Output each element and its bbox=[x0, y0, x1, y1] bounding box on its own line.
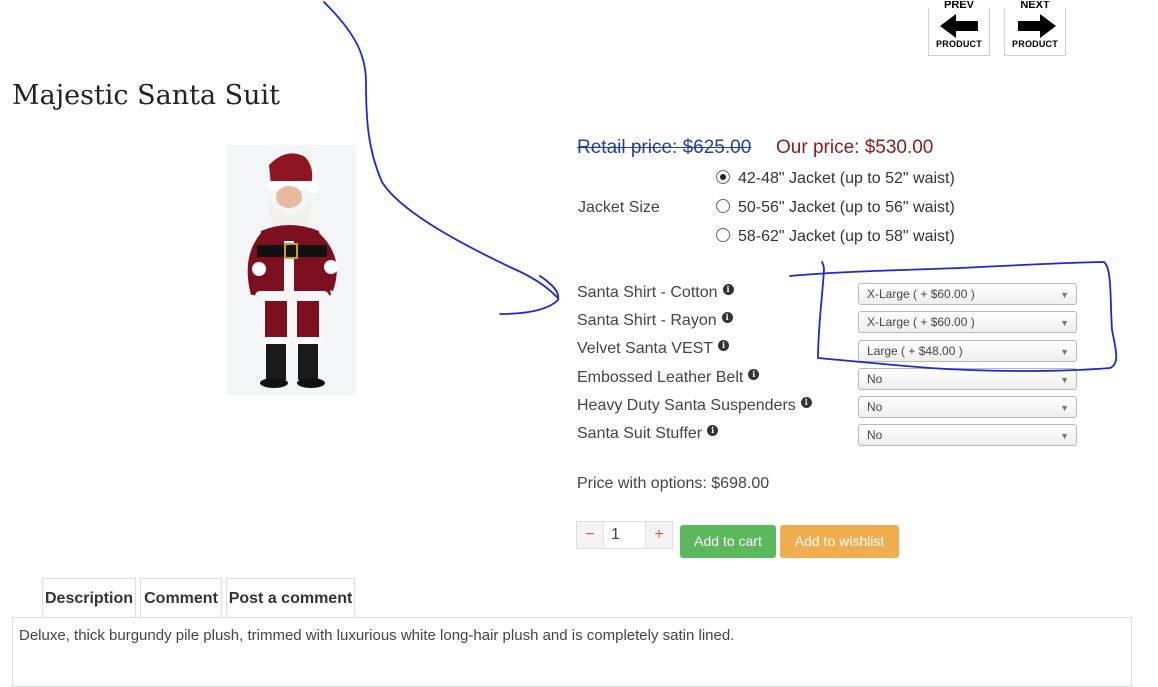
select-value: No bbox=[867, 400, 883, 414]
info-icon[interactable]: i bbox=[707, 425, 719, 437]
option-label-heavy-duty-suspenders: Heavy Duty Santa Suspenders i bbox=[577, 397, 812, 415]
option-label-embossed-leather-belt: Embossed Leather Belt i bbox=[577, 369, 760, 387]
jacket-option-42-48[interactable]: 42-48" Jacket (up to 52" waist) bbox=[716, 169, 955, 188]
prev-product-button[interactable]: PREV PRODUCT bbox=[928, 1, 990, 56]
select-value: No bbox=[867, 428, 883, 442]
next-product-button[interactable]: NEXT PRODUCT bbox=[1004, 1, 1066, 56]
arrow-right-icon bbox=[1018, 14, 1056, 38]
description-panel: Deluxe, thick burgundy pile plush, trimm… bbox=[12, 617, 1132, 687]
prev-product-label: PRODUCT bbox=[936, 39, 982, 49]
radio-button[interactable] bbox=[716, 227, 730, 242]
chevron-down-icon: ▼ bbox=[1060, 403, 1069, 413]
option-label-santa-shirt-cotton: Santa Shirt - Cotton i bbox=[577, 284, 734, 302]
increase-quantity-button[interactable]: + bbox=[646, 522, 672, 548]
info-icon[interactable]: i bbox=[748, 369, 760, 381]
jacket-option-58-62[interactable]: 58-62" Jacket (up to 58" waist) bbox=[716, 227, 955, 246]
info-icon[interactable]: i bbox=[718, 340, 730, 352]
description-text: Deluxe, thick burgundy pile plush, trimm… bbox=[19, 627, 735, 644]
price-with-options: Price with options: $698.00 bbox=[577, 475, 770, 492]
jacket-option-50-56[interactable]: 50-56" Jacket (up to 56" waist) bbox=[716, 198, 955, 217]
quantity-input[interactable]: 1 bbox=[603, 522, 646, 548]
chevron-down-icon: ▼ bbox=[1060, 290, 1069, 300]
velvet-santa-vest-select[interactable]: Large ( + $48.00 ) ▼ bbox=[858, 340, 1077, 362]
santa-suit-stuffer-select[interactable]: No ▼ bbox=[858, 424, 1077, 446]
info-icon[interactable]: i bbox=[800, 397, 812, 409]
quantity-stepper: − 1 + bbox=[576, 521, 673, 549]
option-label-text: Santa Shirt - Cotton bbox=[577, 284, 718, 301]
chevron-down-icon: ▼ bbox=[1060, 347, 1069, 357]
santa-shirt-rayon-select[interactable]: X-Large ( + $60.00 ) ▼ bbox=[858, 311, 1077, 333]
next-top-label: NEXT bbox=[1020, 1, 1050, 9]
santa-shirt-cotton-select[interactable]: X-Large ( + $60.00 ) ▼ bbox=[858, 283, 1077, 305]
our-price: Our price: $530.00 bbox=[776, 137, 934, 158]
product-image[interactable] bbox=[227, 145, 356, 395]
jacket-option-text: 50-56" Jacket (up to 56" waist) bbox=[738, 199, 955, 216]
radio-button-selected[interactable] bbox=[716, 169, 730, 184]
select-value: X-Large ( + $60.00 ) bbox=[867, 287, 975, 301]
info-icon[interactable]: i bbox=[721, 312, 733, 324]
heavy-duty-suspenders-select[interactable]: No ▼ bbox=[858, 396, 1077, 418]
option-label-velvet-santa-vest: Velvet Santa VEST i bbox=[577, 340, 730, 358]
tab-description[interactable]: Description bbox=[42, 578, 136, 618]
option-label-santa-shirt-rayon: Santa Shirt - Rayon i bbox=[577, 312, 733, 330]
option-label-santa-suit-stuffer: Santa Suit Stuffer i bbox=[577, 425, 719, 443]
next-product-label: PRODUCT bbox=[1012, 39, 1058, 49]
decrease-quantity-button[interactable]: − bbox=[577, 522, 603, 548]
info-icon[interactable]: i bbox=[722, 284, 734, 296]
product-title: Majestic Santa Suit bbox=[12, 80, 281, 112]
select-value: X-Large ( + $60.00 ) bbox=[867, 315, 975, 329]
option-label-text: Heavy Duty Santa Suspenders bbox=[577, 397, 796, 414]
option-label-text: Santa Shirt - Rayon bbox=[577, 312, 717, 329]
chevron-down-icon: ▼ bbox=[1060, 431, 1069, 441]
chevron-down-icon: ▼ bbox=[1060, 318, 1069, 328]
chevron-down-icon: ▼ bbox=[1060, 375, 1069, 385]
jacket-option-text: 58-62" Jacket (up to 58" waist) bbox=[738, 228, 955, 245]
tab-comment[interactable]: Comment bbox=[140, 578, 222, 618]
add-to-wishlist-button[interactable]: Add to wishlist bbox=[780, 525, 899, 558]
select-value: No bbox=[867, 372, 883, 386]
arrow-left-icon bbox=[940, 14, 978, 38]
tab-post-a-comment[interactable]: Post a comment bbox=[226, 578, 355, 618]
jacket-option-text: 42-48" Jacket (up to 52" waist) bbox=[738, 170, 955, 187]
prev-top-label: PREV bbox=[944, 1, 974, 9]
retail-price: Retail price: $625.00 bbox=[577, 137, 752, 158]
select-value: Large ( + $48.00 ) bbox=[867, 344, 963, 358]
add-to-cart-button[interactable]: Add to cart bbox=[680, 525, 776, 558]
embossed-leather-belt-select[interactable]: No ▼ bbox=[858, 368, 1077, 390]
option-label-text: Santa Suit Stuffer bbox=[577, 425, 703, 442]
radio-button[interactable] bbox=[716, 198, 730, 213]
option-label-text: Embossed Leather Belt bbox=[577, 369, 744, 386]
option-label-text: Velvet Santa VEST bbox=[577, 340, 714, 357]
jacket-size-label: Jacket Size bbox=[578, 199, 660, 216]
